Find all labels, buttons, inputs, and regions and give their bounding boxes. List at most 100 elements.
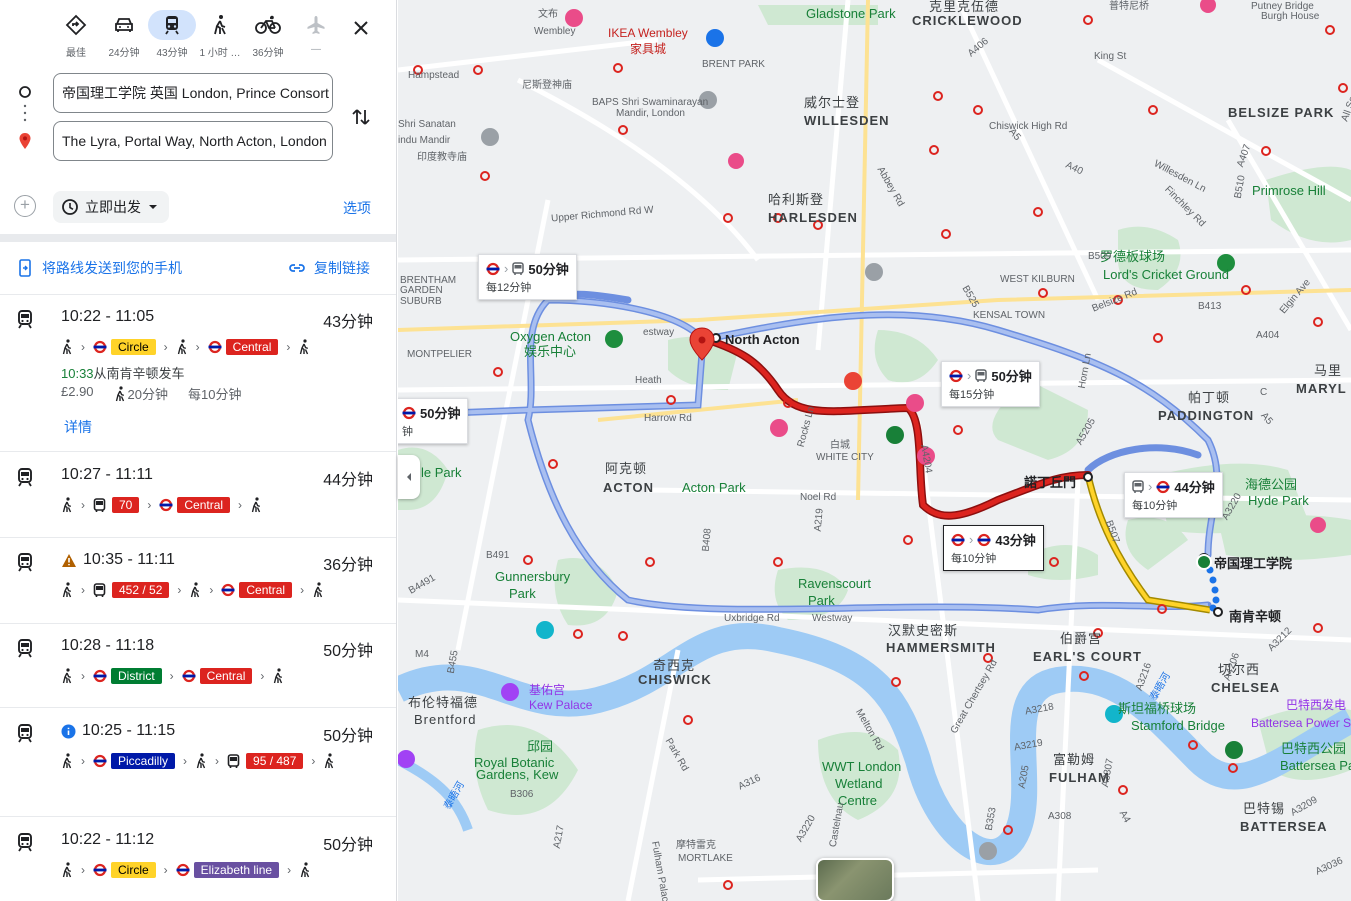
walk-icon xyxy=(300,339,309,355)
route-callout[interactable]: 50分钟钟 xyxy=(398,398,469,444)
swap-endpoints-button[interactable] xyxy=(348,104,374,130)
walk-step xyxy=(61,752,73,770)
line-badge: Central xyxy=(225,339,279,355)
mode-bike-button[interactable]: 36分钟 xyxy=(244,10,292,62)
route-time-text: 10:22 - 11:12 xyxy=(61,831,155,848)
mode-best-button[interactable]: 最佳 xyxy=(52,10,100,62)
map-label: 帕丁顿 xyxy=(1188,390,1231,405)
mode-label: 1 小时 … xyxy=(199,48,241,59)
mode-walk-button[interactable]: 1 小时 … xyxy=(196,10,244,62)
origin-marker[interactable] xyxy=(1196,554,1212,570)
satellite-layer-toggle[interactable] xyxy=(816,858,894,901)
close-directions-button[interactable] xyxy=(347,14,375,42)
divider-line xyxy=(0,537,396,538)
route-time: 10:35 - 11:11 xyxy=(61,551,175,569)
step-chevron-icon: › xyxy=(183,754,188,768)
chevron-right-icon: › xyxy=(967,368,972,383)
bike-icon xyxy=(244,10,292,40)
station-label-notting-hill-gate[interactable]: 諾丁丘門 xyxy=(1024,472,1076,491)
route-time: 10:28 - 11:18 xyxy=(61,637,154,655)
mode-label: 36分钟 xyxy=(252,48,284,59)
underground-roundel-icon xyxy=(93,340,107,354)
walk-icon xyxy=(313,582,323,598)
walk-step xyxy=(272,667,284,685)
step-chevron-icon: › xyxy=(215,754,220,768)
walk-icon xyxy=(177,339,186,355)
route-steps: › Piccadilly › › 95 / 487 › xyxy=(61,752,381,770)
depart-label: 立即出发 xyxy=(85,199,141,215)
callout-duration-row: › 50分钟 xyxy=(949,366,1032,385)
options-link[interactable]: 选项 xyxy=(343,198,371,218)
step-chevron-icon: › xyxy=(81,583,85,597)
map-label: Harrow Rd xyxy=(644,413,692,424)
mode-label: — xyxy=(311,44,321,55)
map-label: Mandir, London xyxy=(616,108,685,119)
origin-input[interactable]: 帝国理工学院 英国 London, Prince Consort xyxy=(53,73,333,113)
destination-input[interactable]: The Lyra, Portal Way, North Acton, Londo… xyxy=(53,121,333,161)
step-chevron-icon: › xyxy=(300,583,305,597)
walk-step xyxy=(250,496,262,514)
route-callout[interactable]: › 50分钟 每12分钟 xyxy=(478,254,577,300)
depart-time-dropdown[interactable]: 立即出发 xyxy=(53,191,169,223)
walk-icon xyxy=(62,582,72,598)
station-marker[interactable] xyxy=(1213,607,1223,617)
step-chevron-icon: › xyxy=(209,583,214,597)
divider-line xyxy=(0,623,396,624)
station-label-imperial[interactable]: 帝国理工学院 xyxy=(1214,553,1292,572)
walk-icon xyxy=(251,497,261,513)
route-callout[interactable]: › 50分钟 每15分钟 xyxy=(941,361,1040,407)
copy-link-button[interactable]: 复制链接 xyxy=(288,258,370,278)
divider-line xyxy=(0,707,396,708)
route-time-text: 10:28 - 11:18 xyxy=(61,637,155,654)
map-label: CHISWICK xyxy=(638,672,712,687)
bus-icon xyxy=(512,261,525,275)
add-stop-button[interactable]: + xyxy=(14,195,36,217)
underground-roundel-icon xyxy=(486,262,500,275)
details-link[interactable]: 详情 xyxy=(64,417,92,437)
collapse-panel-button[interactable] xyxy=(398,455,420,499)
station-label-south-kensington[interactable]: 南肯辛顿 xyxy=(1229,606,1281,625)
map-label: 白城 xyxy=(830,440,850,451)
mode-flight-button: — xyxy=(292,10,340,62)
map-label: HAMMERSMITH xyxy=(886,640,996,655)
map-label: Brentford xyxy=(414,712,477,727)
bus-step: 452 / 52 xyxy=(93,581,170,599)
mode-drive-button[interactable]: 24分钟 xyxy=(100,10,148,62)
route-callout[interactable]: › 43分钟 每10分钟 xyxy=(943,525,1044,571)
transit-train-icon xyxy=(18,553,32,572)
walk-icon xyxy=(62,339,72,355)
map-label: 家具城 xyxy=(630,42,667,56)
map-label: 邱园 xyxy=(527,739,554,754)
bus-icon xyxy=(1132,479,1144,493)
route-steps: › District › Central › xyxy=(61,667,381,685)
walk-icon xyxy=(196,753,206,769)
callout-duration-row: › 43分钟 xyxy=(951,530,1036,549)
map-label: CRICKLEWOOD xyxy=(912,13,1023,28)
underground-roundel-icon xyxy=(951,533,965,546)
station-label-north-acton[interactable]: North Acton xyxy=(725,332,800,347)
send-to-phone-link[interactable]: 将路线发送到您的手机 xyxy=(18,258,182,278)
transit-train-icon xyxy=(18,724,32,743)
transit-train-icon xyxy=(18,468,32,487)
callout-duration: 50分钟 xyxy=(420,406,461,421)
mode-transit-button[interactable]: 43分钟 xyxy=(148,10,196,62)
underground-step: Central xyxy=(182,667,253,685)
walk-step xyxy=(61,861,73,879)
map-label: le Park xyxy=(421,465,462,480)
step-chevron-icon: › xyxy=(311,754,316,768)
step-chevron-icon: › xyxy=(163,340,168,354)
map-label: Wetland xyxy=(835,776,883,791)
station-marker[interactable] xyxy=(1083,472,1093,482)
walk-step xyxy=(61,667,73,685)
step-chevron-icon: › xyxy=(81,754,85,768)
underground-roundel-icon xyxy=(1156,480,1170,493)
map-canvas[interactable]: CRICKLEWOOD 克里克伍德 WILLESDEN 威尔士登 HARLESDEN 哈利… xyxy=(398,0,1351,901)
route-time-text: 10:22 - 11:05 xyxy=(61,308,155,325)
route-callout[interactable]: › 44分钟 每10分钟 xyxy=(1124,472,1223,518)
map-label: Ravenscourt xyxy=(798,576,871,591)
line-badge: Central xyxy=(199,668,253,684)
route-steps: › Circle › Elizabeth line › xyxy=(61,861,381,879)
map-label: WWT London xyxy=(822,759,902,774)
plane-icon xyxy=(292,10,340,40)
route-dots-icon xyxy=(23,104,27,122)
